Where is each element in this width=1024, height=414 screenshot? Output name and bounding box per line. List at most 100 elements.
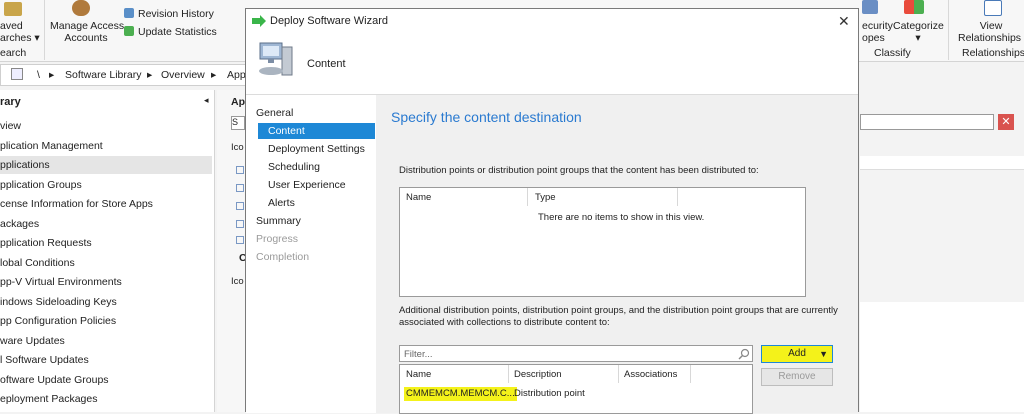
row-description: Distribution point [514,388,585,399]
breadcrumb-overview[interactable]: Overview [161,69,205,81]
computer-icon [259,42,293,76]
ribbon-separator [948,0,949,60]
chevron-right-icon: ▸ [49,69,55,81]
dialog-titlebar: Deploy Software Wizard ✕ [246,9,858,33]
column-name[interactable]: Name [406,192,431,203]
distributed-label: Distribution points or distribution poin… [399,165,759,176]
close-icon[interactable]: ✕ [838,13,850,30]
back-icon[interactable] [11,68,23,80]
breadcrumb-applications[interactable]: App [227,69,246,81]
chevron-right-icon: ▸ [147,69,153,81]
nav-item[interactable]: l Software Updates [0,351,212,369]
wizard-step[interactable]: Completion [256,249,309,265]
ribbon-separator [44,0,45,60]
saved-searches-button[interactable]: aved arches ▾ [0,20,40,44]
nav-item[interactable]: indows Sideloading Keys [0,293,212,311]
nav-item[interactable]: cense Information for Store Apps [0,195,212,213]
search-icon [738,348,750,360]
app-icon [236,166,244,174]
update-statistics-icon [124,26,134,36]
users-icon [72,0,90,16]
remove-button[interactable]: Remove [761,368,833,386]
add-button-label: Add [788,348,806,359]
nav-item[interactable]: pp Configuration Policies [0,312,212,330]
wizard-step[interactable]: Summary [256,213,301,229]
navigation-pane: rary ◂ view plication Management pplicatio… [0,90,215,412]
search-field[interactable]: S [231,116,245,130]
address-bar[interactable]: \ ▸ Software Library ▸ Overview ▸ App [0,64,250,86]
filter-input[interactable]: Filter... [399,345,753,362]
classify-group-label: Classify [874,47,911,59]
security-scopes-icon [862,0,878,14]
wizard-step[interactable]: Alerts [268,195,295,211]
nav-item[interactable]: pplications [0,156,212,174]
breadcrumb-root[interactable]: \ [37,69,40,81]
additional-label: Additional distribution points, distribu… [399,305,838,316]
nav-item[interactable]: pp-V Virtual Environments [0,273,212,291]
update-statistics-button[interactable]: Update Statistics [138,26,217,38]
dialog-title: Deploy Software Wizard [270,15,388,27]
column-separator [690,365,691,383]
wizard-step[interactable]: Progress [256,231,298,247]
chevron-right-icon: ▸ [211,69,217,81]
revision-history-icon [124,8,134,18]
details-region [860,302,1024,412]
nav-item[interactable]: pplication Requests [0,234,212,252]
icon-column-header[interactable]: Ico [231,142,244,153]
nav-item[interactable]: plication Management [0,137,212,155]
add-button[interactable]: Add ▼ [761,345,833,363]
wizard-step[interactable]: General [256,105,293,121]
wizard-page: Specify the content destination Distribu… [376,95,858,414]
wizard-arrow-icon [252,15,266,27]
wizard-header: Content [246,33,858,95]
app-icon [236,236,244,244]
table-row[interactable]: CMMEMCM.MEMCM.C... Distribution point [400,385,752,403]
column-description[interactable]: Description [514,369,562,380]
list-pane-partial: Ap S Ico C Ico [217,90,247,412]
categorize-icon [904,0,924,14]
right-pane-background: ✕ [860,62,1024,412]
nav-item[interactable]: lobal Conditions [0,254,212,272]
wizard-header-title: Content [307,58,346,70]
nav-item[interactable]: view [0,117,212,135]
list-title: Ap [231,96,245,108]
column-associations[interactable]: Associations [624,369,677,380]
page-heading: Specify the content destination [391,109,582,125]
saved-searches-icon [4,2,22,16]
app-icon [236,220,244,228]
collapse-nav-icon[interactable]: ◂ [204,95,209,106]
breadcrumb-software-library[interactable]: Software Library [65,69,141,81]
deploy-software-wizard: Deploy Software Wizard ✕ Content General… [245,8,859,414]
wizard-step[interactable]: Scheduling [268,159,320,175]
nav-title: rary [0,96,21,108]
set-security-scopes-button[interactable]: ecurity opes [862,20,893,44]
chevron-down-icon: ▼ [819,349,828,359]
view-relationships-icon [984,0,1002,16]
nav-item[interactable]: oftware Update Groups [0,371,212,389]
nav-item[interactable]: ware Updates [0,332,212,350]
wizard-step[interactable]: Content [258,123,375,139]
search-group-label: earch [0,47,27,59]
clear-search-icon[interactable]: ✕ [998,114,1014,130]
wizard-step[interactable]: User Experience [268,177,346,193]
relationships-group-label: Relationships [962,47,1024,59]
column-separator [618,365,619,383]
column-type[interactable]: Type [535,192,556,203]
destination-list[interactable]: Name Description Associations CMMEMCM.ME… [399,364,753,414]
column-name[interactable]: Name [406,369,431,380]
app-icon [236,184,244,192]
revision-history-button[interactable]: Revision History [138,8,214,20]
categorize-button[interactable]: Categorize ▾ [893,20,944,44]
wizard-step[interactable]: Deployment Settings [268,141,365,157]
app-icon [236,202,244,210]
view-relationships-button[interactable]: View Relationships ▾ [958,20,1024,44]
nav-item[interactable]: pplication Groups [0,176,212,194]
column-separator [527,188,528,206]
search-box[interactable] [860,114,994,130]
nav-item[interactable]: eployment Packages [0,390,212,408]
manage-access-accounts-button[interactable]: Manage Access Accounts [50,20,124,44]
nav-item[interactable]: ackages [0,215,212,233]
wizard-steps: General Content Deployment Settings Schedul… [246,95,376,413]
distributed-list[interactable]: Name Type There are no items to show in … [399,187,806,297]
filter-placeholder: Filter... [404,349,433,360]
